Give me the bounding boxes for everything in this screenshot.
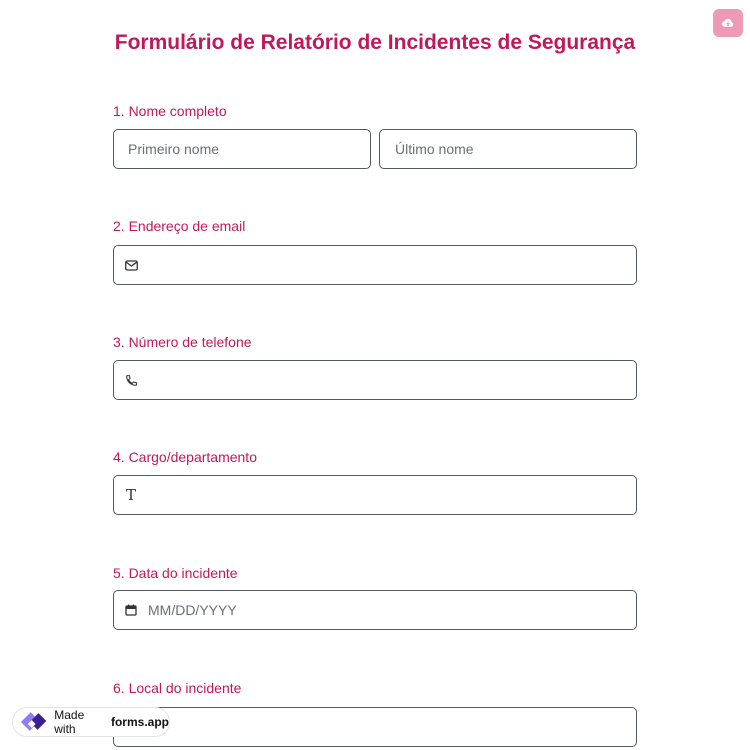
email-input[interactable]	[148, 246, 636, 284]
page-title: Formulário de Relatório de Incidentes de…	[114, 31, 636, 54]
question-label-role: 4. Cargo/departamento	[113, 449, 257, 465]
incident-location-field[interactable]	[113, 707, 637, 747]
phone-field[interactable]	[113, 360, 637, 400]
upload-button[interactable]	[713, 9, 743, 37]
phone-icon	[124, 373, 138, 387]
form-page: Formulário de Relatório de Incidentes de…	[0, 0, 750, 750]
question-label-full-name: 1. Nome completo	[113, 103, 227, 119]
role-department-input[interactable]	[148, 476, 636, 514]
question-label-incident-location: 6. Local do incidente	[113, 680, 242, 696]
phone-input[interactable]	[148, 361, 636, 399]
last-name-field[interactable]	[379, 129, 637, 169]
made-with-badge[interactable]: Made with forms.app	[12, 707, 170, 737]
first-name-input[interactable]	[128, 130, 370, 168]
first-name-field[interactable]	[113, 129, 371, 169]
mail-icon	[124, 258, 138, 272]
incident-location-input[interactable]	[128, 708, 636, 746]
forms-app-logo-icon	[20, 712, 47, 731]
badge-prefix: Made with	[54, 708, 85, 736]
calendar-icon	[124, 603, 138, 617]
question-label-incident-date: 5. Data do incidente	[113, 565, 238, 581]
last-name-input[interactable]	[395, 130, 636, 168]
text-icon: T	[125, 486, 136, 504]
question-label-email: 2. Endereço de email	[113, 218, 246, 234]
question-label-phone: 3. Número de telefone	[113, 334, 252, 350]
badge-brand: forms.app	[110, 715, 169, 729]
incident-date-input[interactable]	[148, 591, 636, 629]
incident-date-field[interactable]	[113, 590, 637, 630]
email-field[interactable]	[113, 245, 637, 285]
role-department-field[interactable]: T	[113, 475, 637, 515]
cloud-upload-icon	[722, 18, 734, 27]
